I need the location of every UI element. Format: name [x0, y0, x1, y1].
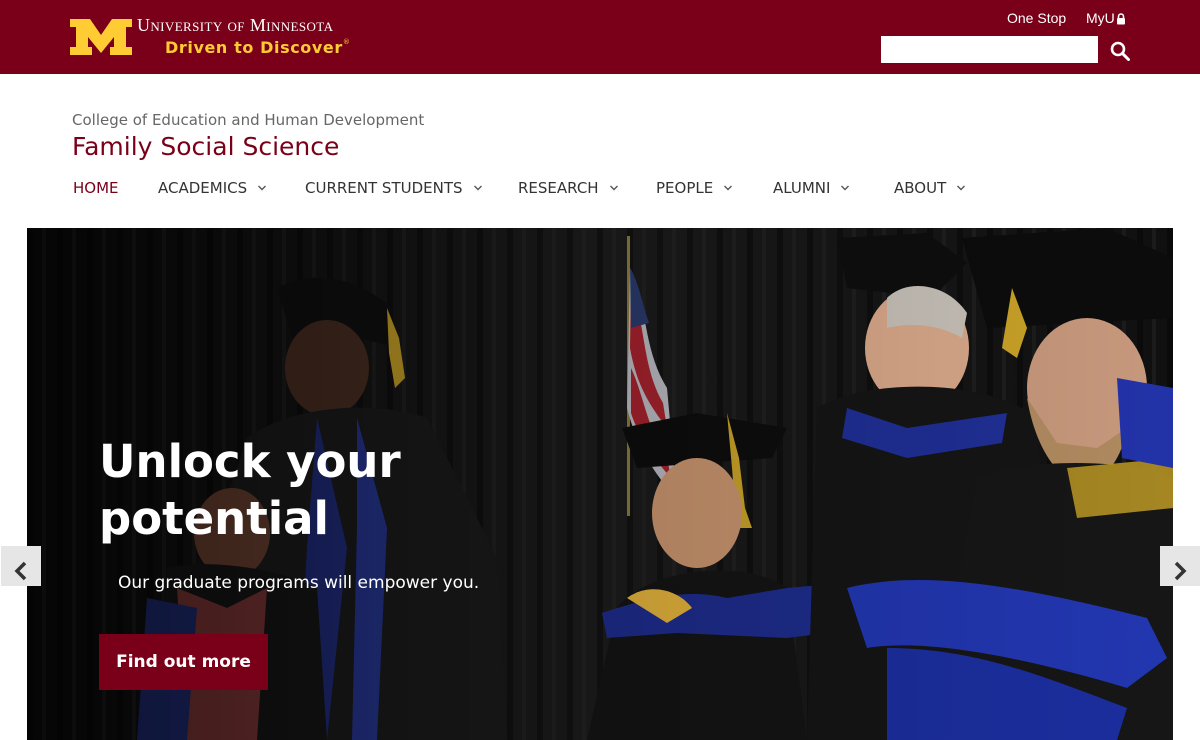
nav-item-alumni[interactable]: ALUMNI — [773, 176, 850, 200]
chevron-left-icon — [1, 561, 41, 581]
one-stop-link[interactable]: One Stop — [1007, 10, 1066, 26]
nav-label: RESEARCH — [518, 179, 599, 197]
chevron-down-icon — [840, 183, 850, 193]
carousel-prev-button[interactable] — [1, 546, 41, 586]
nav-label: ACADEMICS — [158, 179, 248, 197]
chevron-right-icon — [1160, 561, 1200, 581]
search-button[interactable] — [1106, 36, 1134, 63]
university-name: University of Minnesota — [137, 15, 334, 35]
nav-label: HOME — [73, 179, 119, 197]
lock-icon — [1116, 12, 1126, 25]
find-out-more-button[interactable]: Find out more — [99, 634, 268, 690]
nav-label: ABOUT — [894, 179, 947, 197]
college-name: College of Education and Human Developme… — [72, 111, 425, 129]
nav-item-home[interactable]: HOME — [73, 176, 119, 200]
chevron-down-icon — [956, 183, 966, 193]
magnifier-icon — [1106, 41, 1134, 61]
nav-label: CURRENT STUDENTS — [305, 179, 463, 197]
hero-carousel: Unlock your potential Our graduate progr… — [27, 228, 1173, 740]
chevron-down-icon — [473, 183, 483, 193]
nav-item-about[interactable]: ABOUT — [894, 176, 966, 200]
nav-item-people[interactable]: PEOPLE — [656, 176, 733, 200]
university-tagline: Driven to Discover® — [165, 38, 350, 57]
nav-item-academics[interactable]: ACADEMICS — [158, 176, 267, 200]
myu-link[interactable]: MyU — [1086, 10, 1126, 26]
department-title-link[interactable]: Family Social Science — [72, 132, 339, 161]
site-header: University of Minnesota Driven to Discov… — [0, 0, 1200, 74]
registered-mark: ® — [342, 38, 351, 46]
main-nav: HOME ACADEMICS CURRENT STUDENTS RESEARCH… — [0, 176, 1200, 200]
block-m-logo-icon — [70, 19, 132, 55]
nav-label: PEOPLE — [656, 179, 714, 197]
carousel-next-button[interactable] — [1160, 546, 1200, 586]
nav-label: ALUMNI — [773, 179, 831, 197]
nav-item-research[interactable]: RESEARCH — [518, 176, 619, 200]
chevron-down-icon — [609, 183, 619, 193]
chevron-down-icon — [723, 183, 733, 193]
tagline-text: Driven to Discover — [165, 38, 343, 57]
chevron-down-icon — [257, 183, 267, 193]
nav-item-current-students[interactable]: CURRENT STUDENTS — [305, 176, 483, 200]
hero-subtitle: Our graduate programs will empower you. — [118, 573, 480, 593]
search-input[interactable] — [881, 36, 1098, 63]
university-logo-link[interactable]: University of Minnesota Driven to Discov… — [70, 14, 370, 60]
myu-label: MyU — [1086, 10, 1115, 26]
hero-title: Unlock your potential — [99, 435, 401, 545]
